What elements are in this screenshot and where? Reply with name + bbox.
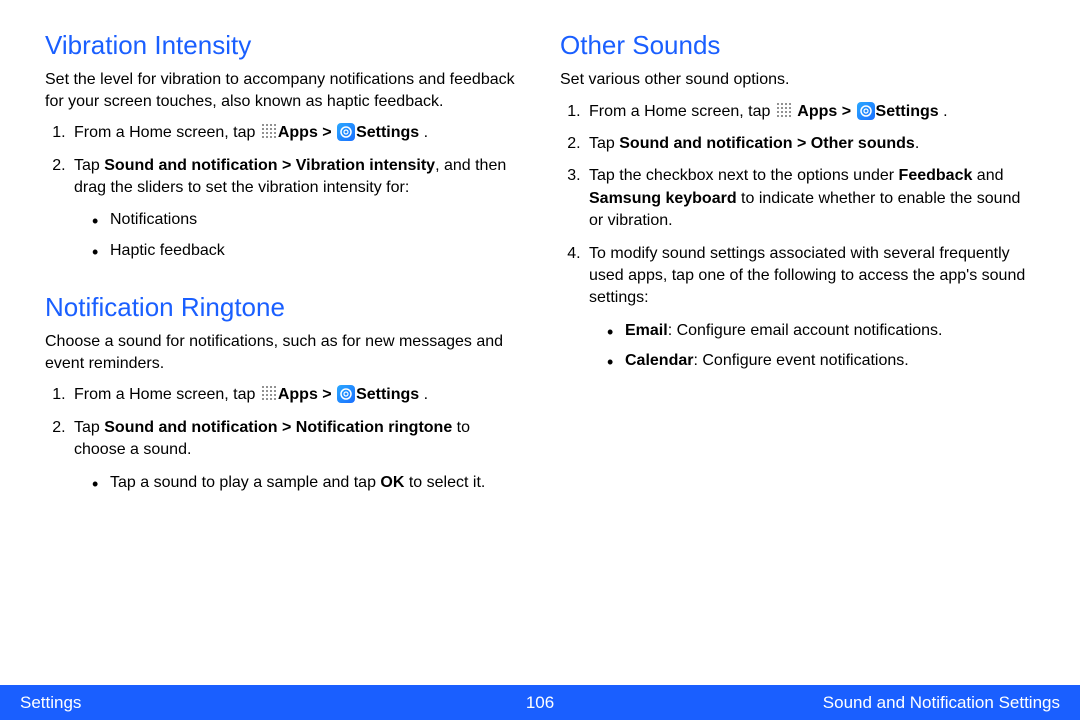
apps-grid-icon xyxy=(261,385,277,401)
steps-notification-ringtone: From a Home screen, tap Apps > Settings … xyxy=(45,384,520,494)
step-item: From a Home screen, tap Apps > Settings … xyxy=(70,122,520,144)
heading-other-sounds: Other Sounds xyxy=(560,30,1035,61)
step-item: Tap Sound and notification > Other sound… xyxy=(585,133,1035,155)
desc-vibration-intensity: Set the level for vibration to accompany… xyxy=(45,69,520,112)
page-footer: Settings 106 Sound and Notification Sett… xyxy=(0,685,1080,720)
section-vibration-intensity: Vibration Intensity Set the level for vi… xyxy=(45,30,520,262)
bullet-item: Email: Configure email account notificat… xyxy=(607,320,1035,342)
bullet-list: Notifications Haptic feedback xyxy=(74,209,520,262)
page-content: Vibration Intensity Set the level for vi… xyxy=(0,0,1080,685)
left-column: Vibration Intensity Set the level for vi… xyxy=(45,30,520,685)
section-other-sounds: Other Sounds Set various other sound opt… xyxy=(560,30,1035,373)
bullet-item: Calendar: Configure event notifications. xyxy=(607,350,1035,372)
step-item: Tap the checkbox next to the options und… xyxy=(585,165,1035,232)
settings-gear-icon xyxy=(857,102,875,120)
steps-other-sounds: From a Home screen, tap Apps > Settings … xyxy=(560,101,1035,373)
bullet-item: Tap a sound to play a sample and tap OK … xyxy=(92,472,520,494)
footer-page-number: 106 xyxy=(526,693,554,713)
footer-left: Settings xyxy=(20,693,81,713)
desc-notification-ringtone: Choose a sound for notifications, such a… xyxy=(45,331,520,374)
step-item: From a Home screen, tap Apps > Settings … xyxy=(70,384,520,406)
section-notification-ringtone: Notification Ringtone Choose a sound for… xyxy=(45,292,520,494)
bullet-list: Tap a sound to play a sample and tap OK … xyxy=(74,472,520,494)
step-item: From a Home screen, tap Apps > Settings … xyxy=(585,101,1035,123)
apps-grid-icon xyxy=(776,102,792,118)
heading-vibration-intensity: Vibration Intensity xyxy=(45,30,520,61)
settings-gear-icon xyxy=(337,385,355,403)
heading-notification-ringtone: Notification Ringtone xyxy=(45,292,520,323)
steps-vibration-intensity: From a Home screen, tap Apps > Settings … xyxy=(45,122,520,262)
right-column: Other Sounds Set various other sound opt… xyxy=(560,30,1035,685)
footer-right: Sound and Notification Settings xyxy=(823,693,1060,713)
desc-other-sounds: Set various other sound options. xyxy=(560,69,1035,91)
step-item: Tap Sound and notification > Notificatio… xyxy=(70,417,520,494)
step-item: To modify sound settings associated with… xyxy=(585,243,1035,373)
apps-grid-icon xyxy=(261,123,277,139)
bullet-item: Haptic feedback xyxy=(92,240,520,262)
step-item: Tap Sound and notification > Vibration i… xyxy=(70,155,520,263)
bullet-list: Email: Configure email account notificat… xyxy=(589,320,1035,373)
bullet-item: Notifications xyxy=(92,209,520,231)
settings-gear-icon xyxy=(337,123,355,141)
